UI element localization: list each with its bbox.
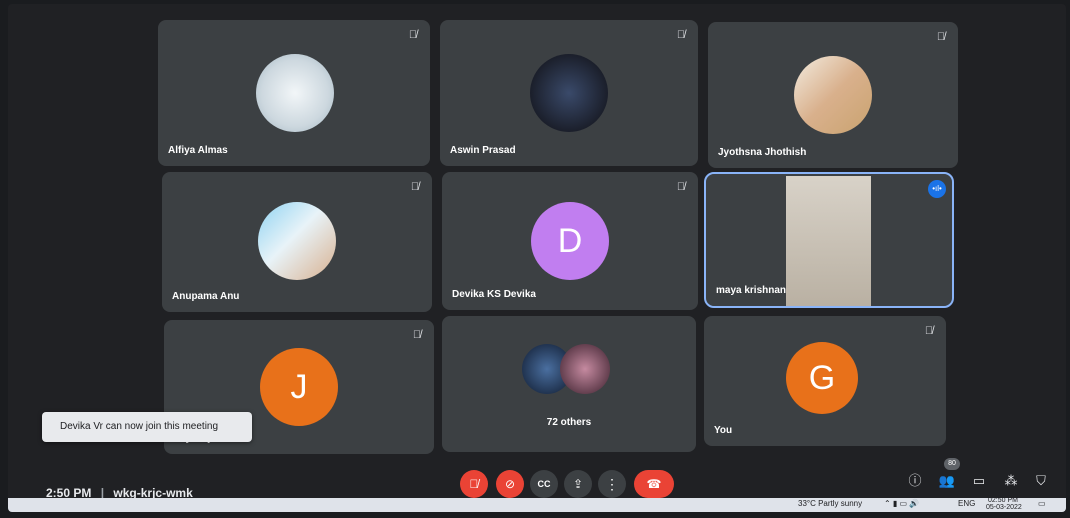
participant-tile[interactable]: 🎙̸ Anupama Anu (162, 172, 432, 312)
camera-toggle-button[interactable]: ⊘ (496, 470, 524, 498)
participant-name: Aswin Prasad (450, 145, 516, 156)
avatar (794, 56, 872, 134)
system-tray-icons[interactable]: ⌃ ▮ ▭ 🔊 (884, 499, 919, 508)
people-count-badge: 80 (944, 458, 960, 470)
host-controls-icon[interactable]: ⛉ (1030, 470, 1052, 492)
mic-toggle-button[interactable]: 🎙̸ (460, 470, 488, 498)
avatar (258, 202, 336, 280)
participant-name: Jyothsna Jhothish (718, 147, 807, 158)
people-icon[interactable]: 👥 (936, 470, 958, 492)
avatar: G (786, 342, 858, 414)
participant-video (786, 176, 871, 306)
end-call-button[interactable]: ☎ (634, 470, 674, 498)
participant-tile-others[interactable]: 72 others (442, 316, 696, 452)
present-button[interactable]: ⇪ (564, 470, 592, 498)
more-options-button[interactable]: ⋮ (598, 470, 626, 498)
captions-button[interactable]: CC (530, 470, 558, 498)
participant-name: Anupama Anu (172, 291, 240, 302)
participant-tile-self[interactable]: 🎙̸ G You (704, 316, 946, 446)
taskbar-date[interactable]: 05-03-2022 (986, 504, 1022, 511)
avatar (530, 54, 608, 132)
mic-off-icon: 🎙̸ (408, 29, 418, 41)
avatar: D (531, 202, 609, 280)
participant-tile[interactable]: 🎙̸ Jyothsna Jhothish (708, 22, 958, 168)
meeting-info-icon[interactable]: ⓘ (904, 470, 926, 492)
taskbar-time[interactable]: 02:50 PM (988, 497, 1018, 504)
activities-icon[interactable]: ⁂ (1000, 470, 1022, 492)
participant-name: Alfiya Almas (168, 145, 228, 156)
weather-widget[interactable]: 33°C Partly sunny (798, 499, 862, 508)
avatar (560, 344, 610, 394)
avatar: J (260, 348, 338, 426)
participant-name: maya krishnan (716, 285, 787, 296)
avatar (256, 54, 334, 132)
mic-off-icon: 🎙̸ (924, 325, 934, 337)
os-taskbar: 33°C Partly sunny ⌃ ▮ ▭ 🔊 ENG 02:50 PM 0… (8, 497, 1066, 512)
mic-off-icon: 🎙̸ (412, 329, 422, 341)
mic-off-icon: 🎙̸ (676, 181, 686, 193)
participant-tile[interactable]: 🎙̸ Alfiya Almas (158, 20, 430, 166)
join-notification-toast: Devika Vr can now join this meeting (42, 412, 252, 442)
chat-icon[interactable]: ▭ (968, 470, 990, 492)
others-count: 72 others (546, 417, 592, 428)
mic-off-icon: 🎙̸ (676, 29, 686, 41)
speaking-indicator-icon: •ıl• (928, 180, 946, 198)
notification-icon[interactable]: ▭ (1038, 499, 1046, 508)
mic-off-icon: 🎙̸ (936, 31, 946, 43)
language-indicator[interactable]: ENG (958, 499, 975, 508)
mic-off-icon: 🎙̸ (410, 181, 420, 193)
participant-tile[interactable]: 🎙̸ D Devika KS Devika (442, 172, 698, 310)
participant-name: You (714, 425, 733, 436)
participant-tile[interactable]: 🎙̸ Aswin Prasad (440, 20, 698, 166)
participant-name: Devika KS Devika (452, 289, 536, 300)
participant-tile-active[interactable]: •ıl• maya krishnan (704, 172, 954, 308)
meet-window: 🎙̸ Alfiya Almas 🎙̸ Aswin Prasad 🎙̸ Jyoth… (8, 4, 1066, 512)
